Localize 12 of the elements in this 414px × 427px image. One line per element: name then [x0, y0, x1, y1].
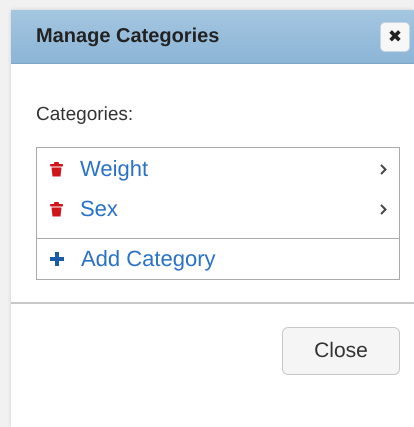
dialog-title: Manage Categories: [36, 25, 220, 48]
category-link[interactable]: Weight: [80, 156, 380, 182]
chevron-right-icon: [380, 164, 387, 174]
close-button[interactable]: ✖: [380, 22, 410, 52]
trash-icon[interactable]: [50, 162, 63, 176]
plus-icon: [50, 252, 64, 266]
category-link[interactable]: Sex: [80, 196, 380, 222]
chevron-right-icon: [380, 204, 387, 214]
categories-label: Categories:: [36, 104, 134, 126]
add-category-link[interactable]: Add Category: [81, 246, 387, 272]
close-dialog-button[interactable]: Close: [282, 327, 400, 375]
trash-icon[interactable]: [50, 202, 63, 216]
